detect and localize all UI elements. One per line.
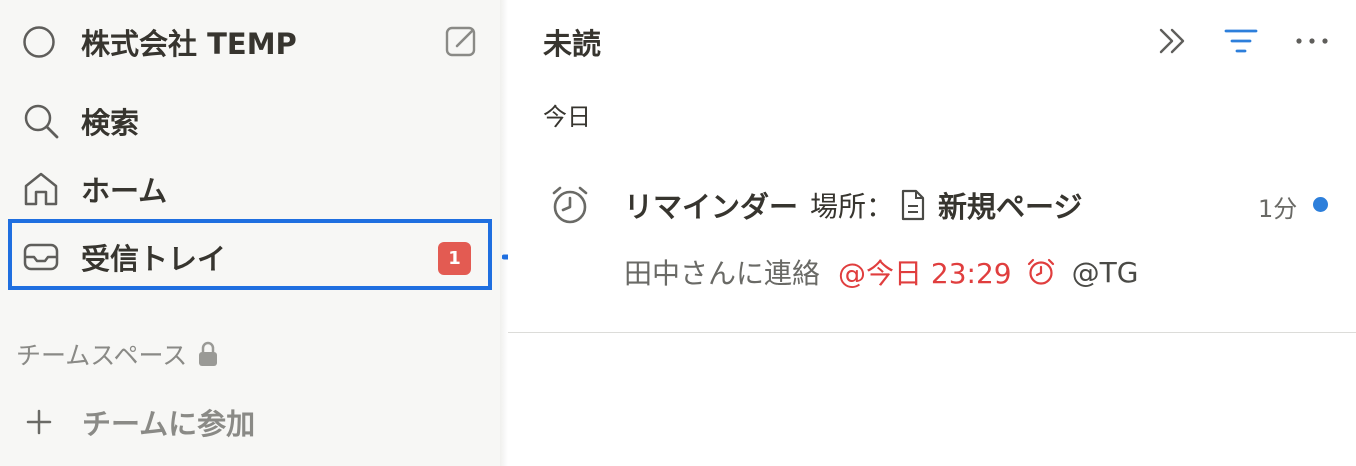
more-options-icon[interactable] <box>1294 26 1330 56</box>
sidebar-divider <box>500 0 508 466</box>
search-icon <box>22 102 60 140</box>
notification-title-prefix: リマインダー <box>624 190 799 224</box>
new-page-icon[interactable] <box>443 22 481 60</box>
panel-title: 未読 <box>543 27 602 61</box>
lock-icon <box>197 341 219 367</box>
sidebar: 株式会社 TEMP 検索 ホーム 受信トレイ 1 チームスペース チームに参加 <box>0 0 500 466</box>
page-icon <box>900 189 926 221</box>
sidebar-item-home[interactable]: ホーム <box>22 169 167 209</box>
filter-icon[interactable] <box>1224 26 1258 56</box>
workspace-circle-icon <box>22 25 56 59</box>
sidebar-item-search[interactable]: 検索 <box>22 101 139 141</box>
teamspace-section-header: チームスペース <box>16 338 219 370</box>
group-header-today: 今日 <box>543 98 591 131</box>
notification-time: 1分 <box>1258 195 1298 223</box>
unread-dot <box>1313 197 1328 212</box>
alarm-clock-icon <box>549 184 591 226</box>
notification-location-label: 場所： <box>810 190 895 223</box>
notification-title: リマインダー 場所： 新規ページ <box>624 184 1082 226</box>
reminder-alarm-icon <box>1026 257 1056 287</box>
sidebar-item-label: ホーム <box>81 174 168 208</box>
panel-header: 未読 <box>543 22 601 62</box>
home-icon <box>22 170 60 208</box>
teamspace-section-title: チームスペース <box>16 341 188 370</box>
join-team-label: チームに参加 <box>82 407 256 441</box>
notification-body: 田中さんに連絡 @今日 23:29 @TG <box>624 252 1138 292</box>
workspace-switcher[interactable]: 株式会社 TEMP <box>22 22 297 62</box>
plus-icon <box>24 407 54 437</box>
join-team-button[interactable]: チームに参加 <box>24 402 255 442</box>
workspace-name: 株式会社 TEMP <box>81 27 297 61</box>
notification-body-text: 田中さんに連絡 <box>624 257 821 290</box>
group-label: 今日 <box>543 102 591 131</box>
date-mention[interactable]: @今日 23:29 <box>838 252 1012 292</box>
list-divider <box>508 332 1356 333</box>
user-mention[interactable]: @TG <box>1072 256 1139 289</box>
inbox-highlight-box <box>8 219 492 290</box>
notification-page-link[interactable]: 新規ページ <box>938 184 1082 226</box>
sidebar-item-label: 検索 <box>81 106 140 140</box>
double-chevron-right-icon[interactable] <box>1156 24 1190 58</box>
